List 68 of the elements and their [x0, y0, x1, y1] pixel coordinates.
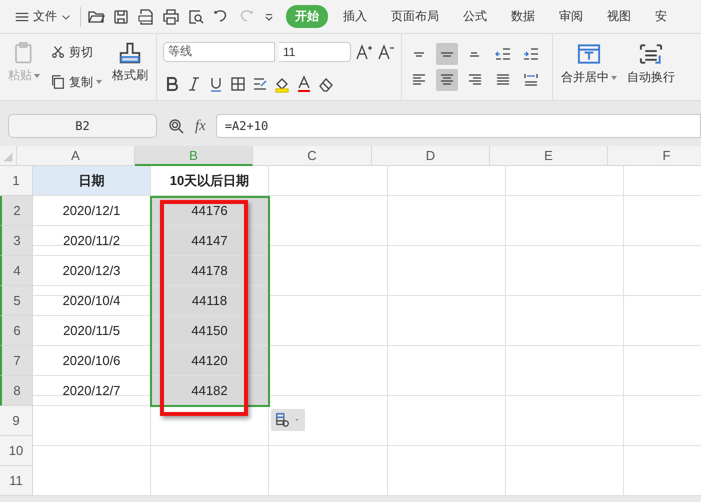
table-cell: 2020/10/6 [33, 346, 151, 376]
row-header[interactable]: 8 [0, 376, 33, 406]
ribbon-tab[interactable]: 插入 [334, 5, 376, 28]
paste-options-icon [275, 412, 291, 428]
column-header[interactable]: E [490, 146, 608, 166]
formula-field[interactable]: =A2+10 [216, 114, 701, 138]
caret-icon [611, 76, 617, 80]
column-header[interactable]: D [372, 146, 490, 166]
row-header[interactable]: 9 [0, 406, 33, 436]
row-header[interactable]: 11 [0, 466, 33, 496]
brush-icon [118, 41, 142, 65]
table-cell: 2020/10/4 [33, 286, 151, 316]
align-top-icon [413, 52, 425, 56]
save-icon[interactable] [112, 8, 130, 26]
row-header[interactable]: 5 [0, 286, 33, 316]
table-cell: 2020/12/1 [33, 196, 151, 226]
row-header[interactable]: 1 [0, 166, 33, 196]
table-cell: 44147 [151, 226, 269, 256]
borders-icon[interactable] [229, 74, 247, 92]
ribbon-tab[interactable]: 公式 [454, 5, 496, 28]
table-cell: 2020/11/2 [33, 226, 151, 256]
ribbon-tab[interactable]: 审阅 [550, 5, 592, 28]
merge-center-button[interactable]: 合并居中 [559, 38, 619, 96]
align-button[interactable] [436, 43, 458, 65]
table-cell: 44178 [151, 256, 269, 286]
row-header[interactable]: 7 [0, 346, 33, 376]
table-cell: 44120 [151, 346, 269, 376]
cut-button[interactable]: 剪切 [48, 42, 104, 62]
column-header[interactable]: C [253, 146, 372, 166]
table-cell: 日期 [33, 166, 151, 196]
ribbon-tab[interactable]: 数据 [502, 5, 544, 28]
grow-font-icon[interactable] [355, 42, 373, 60]
table-cell: 2020/12/7 [33, 376, 151, 406]
row-header[interactable]: 3 [0, 226, 33, 256]
align-bottom-icon [470, 52, 480, 56]
shrink-font-icon[interactable] [377, 42, 395, 60]
row-header[interactable]: 10 [0, 436, 33, 466]
row-header[interactable]: 2 [0, 196, 33, 226]
align-middle-icon [440, 52, 454, 56]
zoom-icon[interactable] [167, 117, 185, 135]
copy-icon [50, 74, 66, 90]
table-cell: 10天以后日期 [151, 166, 269, 196]
print-icon[interactable] [162, 8, 180, 26]
table-cell: 44118 [151, 286, 269, 316]
caret-icon [96, 80, 102, 84]
scissors-icon [50, 44, 66, 60]
table-cell: 2020/11/5 [33, 316, 151, 346]
function-label[interactable]: fx [195, 118, 206, 134]
row-header[interactable]: 4 [0, 256, 33, 286]
name-box[interactable]: B2 [8, 114, 157, 138]
copy-button[interactable]: 复制 [48, 72, 104, 92]
format-painter-button[interactable]: 格式刷 [110, 38, 150, 96]
font-size-field[interactable]: 11 [279, 42, 351, 62]
preview-icon[interactable] [187, 8, 205, 26]
font-color-icon[interactable] [295, 74, 313, 92]
ribbon-tab[interactable]: 安 [646, 5, 676, 28]
column-header[interactable]: F [608, 146, 701, 166]
ribbon-tab[interactable]: 页面布局 [382, 5, 448, 28]
wrap-text-button[interactable]: 自动换行 [625, 38, 677, 96]
paste-options-button[interactable] [271, 409, 305, 431]
font-name-field[interactable]: 等线 [163, 42, 275, 62]
caret-icon [34, 74, 40, 78]
table-cell: 2020/12/3 [33, 256, 151, 286]
row-header[interactable]: 6 [0, 316, 33, 346]
table-cell: 44150 [151, 316, 269, 346]
ribbon-tab[interactable]: 视图 [598, 5, 640, 28]
align-button[interactable] [436, 69, 458, 91]
file-menu[interactable]: 文件 [12, 6, 74, 27]
